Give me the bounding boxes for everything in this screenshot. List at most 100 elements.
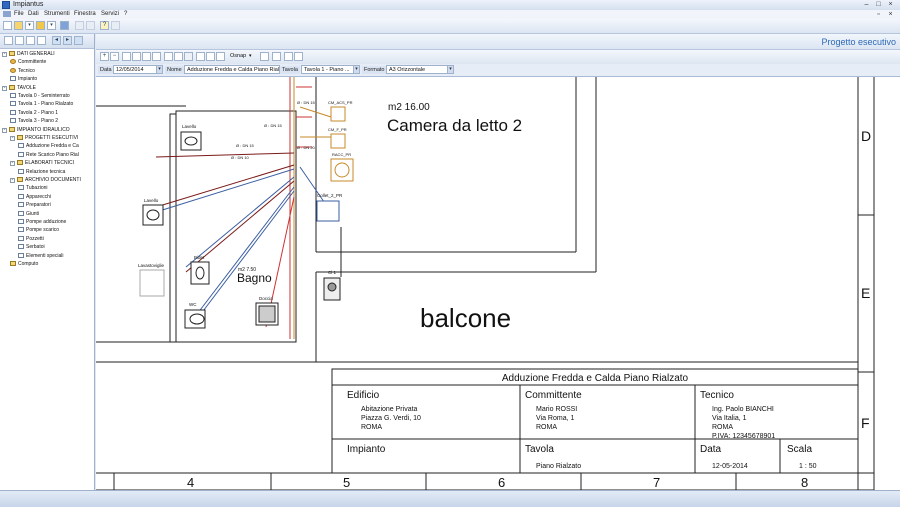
grid-label-col: 4 <box>187 475 194 490</box>
tree-expander-icon[interactable]: - <box>10 178 15 183</box>
bathroom-wall-inner <box>169 113 177 343</box>
menu-dati[interactable]: Dati <box>28 11 39 17</box>
tree-item[interactable]: Giunti <box>18 210 39 218</box>
tree-item-label: TAVOLE <box>17 84 36 91</box>
formato-label: Formato <box>362 66 387 74</box>
zoom-extents-icon[interactable] <box>132 52 141 61</box>
pipe <box>155 164 295 208</box>
print-icon[interactable] <box>272 52 281 61</box>
tree-item[interactable]: Tubazioni <box>18 184 48 192</box>
open-dropdown-icon[interactable]: ▾ <box>25 21 34 30</box>
tree-item[interactable]: - PROGETTI ESECUTIVI <box>10 134 78 142</box>
zoom-previous-icon[interactable] <box>142 52 151 61</box>
select-icon[interactable] <box>174 52 183 61</box>
meter-acs-icon <box>330 106 346 122</box>
pan-icon[interactable] <box>164 52 173 61</box>
tree-forward-icon[interactable]: ▸ <box>63 36 72 45</box>
zoom-out-icon[interactable]: − <box>110 52 119 61</box>
folder-dropdown-icon[interactable]: ▾ <box>47 21 56 30</box>
tree-item[interactable]: - DATI GENERALI <box>2 50 55 58</box>
preview-icon[interactable] <box>260 52 269 61</box>
tree-item[interactable]: - ARCHIVIO DOCUMENTI <box>10 176 81 184</box>
tree-item[interactable]: - TAVOLE <box>2 84 36 92</box>
cut-icon[interactable] <box>75 21 84 30</box>
osnap-menu[interactable]: Osnap <box>230 53 246 59</box>
print-setup-icon[interactable] <box>284 52 293 61</box>
zoom-window-icon[interactable] <box>122 52 131 61</box>
nome-input[interactable]: Adduzione Fredda e Calda Piano Rialzato <box>184 65 280 74</box>
minimize-button[interactable]: – <box>862 1 871 8</box>
measure-icon[interactable] <box>196 52 205 61</box>
tree-item[interactable]: Computo <box>10 260 38 268</box>
project-tree-pane: ◂ ▸ - DATI GENERALI Committente Tecnico Impi… <box>0 34 95 490</box>
tree-item[interactable]: Adduzione Fredda e Ca <box>18 142 79 150</box>
tree-item[interactable]: Pompe adduzione <box>18 218 66 226</box>
tree-refresh-icon[interactable] <box>26 36 35 45</box>
tree-item[interactable]: Preparatori <box>18 201 51 209</box>
menu-strumenti[interactable]: Strumenti <box>44 11 70 17</box>
osnap-dropdown-icon[interactable]: ▾ <box>249 53 252 59</box>
tree-expander-icon[interactable]: - <box>2 52 7 57</box>
tree-item[interactable]: Tavola 3 - Piano 2 <box>10 117 58 125</box>
data-input[interactable]: 12/05/2014 <box>113 65 159 74</box>
tree-item[interactable]: Apparecchi <box>18 193 51 201</box>
folder-icon <box>17 135 23 140</box>
zoom-all-icon[interactable] <box>152 52 161 61</box>
maximize-button[interactable]: □ <box>874 1 883 8</box>
new-icon[interactable] <box>3 21 12 30</box>
tree-item[interactable]: Pompe scarico <box>18 226 59 234</box>
tree-item[interactable]: Tavola 0 - Seminterrato <box>10 92 70 100</box>
folder-icon[interactable] <box>36 21 45 30</box>
tree-item[interactable]: Pozzetti <box>18 235 44 243</box>
tree-home-icon[interactable] <box>74 36 83 45</box>
tree-item[interactable]: Tavola 1 - Piano Rialzato <box>10 100 73 108</box>
mdi-close-button[interactable]: × <box>886 11 895 18</box>
tavola-label: Tavola <box>280 66 300 74</box>
tree-item[interactable]: Impianto <box>10 75 37 83</box>
tree-expander-icon[interactable]: - <box>10 161 15 167</box>
copy-icon[interactable] <box>86 21 95 30</box>
save-icon[interactable] <box>60 21 69 30</box>
tree-back-icon[interactable]: ◂ <box>52 36 61 45</box>
document-icon <box>18 210 24 216</box>
tree-item[interactable]: - ELABORATI TECNICI <box>10 159 74 167</box>
tree-expand-icon[interactable] <box>4 36 13 45</box>
line-icon[interactable] <box>206 52 215 61</box>
tree-item[interactable]: Tavola 2 - Piano 1 <box>10 109 58 117</box>
stop-icon[interactable] <box>184 52 193 61</box>
zoom-in-icon[interactable]: + <box>100 52 109 61</box>
tavola-select[interactable]: Tavola 1 - Piano ... <box>301 65 357 74</box>
tree-item[interactable]: - IMPIANTO IDRAULICO <box>2 126 70 134</box>
export-icon[interactable] <box>294 52 303 61</box>
menu-help[interactable]: ? <box>124 11 127 17</box>
drawing-canvas[interactable]: m2 16.00 Camera da letto 2 m2 7.50 Bagno… <box>96 77 900 490</box>
tree-item[interactable]: Relazione tecnica <box>18 168 65 176</box>
title-block-heading: Data <box>700 444 722 455</box>
menu-file[interactable]: File <box>14 11 24 17</box>
tree-filter-icon[interactable] <box>37 36 46 45</box>
info-icon[interactable] <box>111 21 120 30</box>
tree-item[interactable]: Serbatoi <box>18 243 45 251</box>
open-icon[interactable] <box>14 21 23 30</box>
data-dropdown-icon[interactable]: ▾ <box>156 65 163 74</box>
formato-select[interactable]: A3 Orizzontale <box>386 65 450 74</box>
polyline-icon[interactable] <box>216 52 225 61</box>
grid-label-row: E <box>861 285 870 301</box>
formato-dropdown-icon[interactable]: ▾ <box>447 65 454 74</box>
tree-item[interactable]: Tecnico <box>10 67 35 75</box>
tree-expander-icon[interactable]: - <box>2 127 7 133</box>
collector-label: Collet_2_PR <box>317 193 343 198</box>
close-button[interactable]: × <box>886 1 895 8</box>
tree-expander-icon[interactable]: - <box>2 85 7 91</box>
menu-finestra[interactable]: Finestra <box>74 11 96 17</box>
menu-servizi[interactable]: Servizi <box>101 11 119 17</box>
tree-item[interactable]: Rete Scarico Piano Rial <box>18 151 79 159</box>
mdi-restore-button[interactable]: ▫ <box>874 11 883 18</box>
tree-item[interactable]: Committente <box>10 58 46 66</box>
tree-collapse-icon[interactable] <box>15 36 24 45</box>
tree-item[interactable]: Elementi speciali <box>18 252 64 260</box>
tree-expander-icon[interactable]: - <box>10 136 15 141</box>
menu-icon[interactable] <box>3 11 11 17</box>
help-icon[interactable]: ? <box>100 21 109 30</box>
tavola-dropdown-icon[interactable]: ▾ <box>353 65 360 74</box>
